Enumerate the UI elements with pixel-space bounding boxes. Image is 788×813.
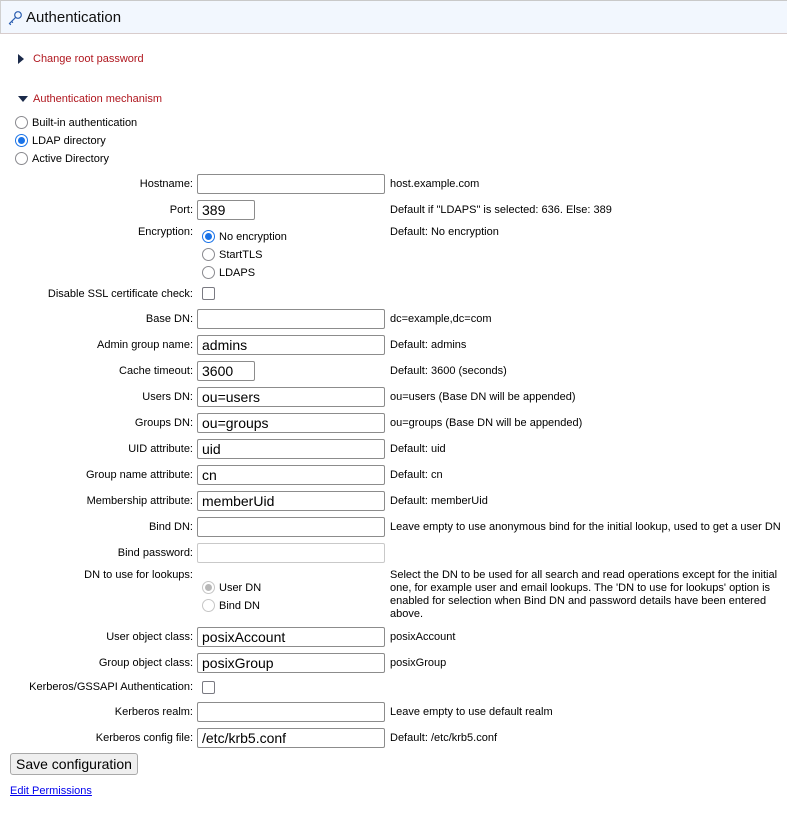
encryption-hint: Default: No encryption bbox=[390, 226, 499, 238]
bind-password-input[interactable] bbox=[197, 543, 385, 563]
base-dn-input[interactable] bbox=[197, 309, 385, 329]
disable-ssl-check-checkbox[interactable] bbox=[202, 287, 215, 300]
kerberos-config-label: Kerberos config file: bbox=[95, 732, 193, 744]
radio-user-dn[interactable] bbox=[202, 581, 215, 594]
section-label: Change root password bbox=[33, 53, 144, 65]
group-object-class-hint: posixGroup bbox=[390, 657, 447, 669]
radio-label-user-dn: User DN bbox=[219, 582, 262, 594]
user-object-class-hint: posixAccount bbox=[390, 631, 456, 643]
page-title: Authentication bbox=[26, 9, 122, 26]
user-object-class-label: User object class: bbox=[106, 631, 193, 643]
kerberos-config-input[interactable] bbox=[197, 728, 385, 748]
hostname-hint: host.example.com bbox=[390, 178, 480, 190]
base-dn-label: Base DN: bbox=[145, 313, 193, 325]
port-label: Port: bbox=[169, 204, 193, 216]
kerberos-auth-checkbox[interactable] bbox=[202, 681, 215, 694]
save-configuration-button[interactable]: Save configuration bbox=[10, 753, 138, 775]
admin-group-hint: Default: admins bbox=[390, 339, 467, 351]
edit-permissions-link[interactable]: Edit Permissions bbox=[10, 785, 92, 797]
bind-dn-input[interactable] bbox=[197, 517, 385, 537]
radio-ldap-directory[interactable] bbox=[15, 134, 28, 147]
lookup-dn-hint: Select the DN to be used for all search … bbox=[390, 569, 778, 620]
kerberos-auth-label: Kerberos/GSSAPI Authentication: bbox=[29, 681, 193, 693]
radio-no-encryption[interactable] bbox=[202, 230, 215, 243]
radio-label-builtin-auth: Built-in authentication bbox=[32, 117, 138, 129]
groups-dn-input[interactable] bbox=[197, 413, 385, 433]
hostname-label: Hostname: bbox=[139, 178, 193, 190]
radio-builtin-auth[interactable] bbox=[15, 116, 28, 129]
radio-label-no-encryption: No encryption bbox=[219, 231, 287, 243]
lookup-dn-label: DN to use for lookups: bbox=[84, 569, 193, 581]
admin-group-input[interactable] bbox=[197, 335, 385, 355]
bind-dn-label: Bind DN: bbox=[148, 521, 193, 533]
port-input[interactable] bbox=[197, 200, 255, 220]
users-dn-hint: ou=users (Base DN will be appended) bbox=[390, 391, 576, 403]
cache-timeout-hint: Default: 3600 (seconds) bbox=[390, 365, 507, 377]
radio-active-directory[interactable] bbox=[15, 152, 28, 165]
port-hint: Default if "LDAPS" is selected: 636. Els… bbox=[390, 204, 612, 216]
group-object-class-label: Group object class: bbox=[98, 657, 193, 669]
users-dn-label: Users DN: bbox=[142, 391, 193, 403]
membership-attribute-input[interactable] bbox=[197, 491, 385, 511]
triangle-down-icon bbox=[18, 96, 28, 102]
kerberos-realm-label: Kerberos realm: bbox=[114, 706, 193, 718]
cache-timeout-label: Cache timeout: bbox=[119, 365, 193, 377]
triangle-right-icon bbox=[18, 54, 24, 64]
radio-label-ldap-directory: LDAP directory bbox=[32, 135, 106, 147]
group-name-attribute-input[interactable] bbox=[197, 465, 385, 485]
radio-ldaps[interactable] bbox=[202, 266, 215, 279]
radio-starttls[interactable] bbox=[202, 248, 215, 261]
kerberos-config-hint: Default: /etc/krb5.conf bbox=[390, 732, 497, 744]
user-object-class-input[interactable] bbox=[197, 627, 385, 647]
bind-password-label: Bind password: bbox=[117, 547, 193, 559]
radio-label-bind-dn: Bind DN bbox=[219, 600, 260, 612]
base-dn-hint: dc=example,dc=com bbox=[390, 313, 492, 325]
membership-attribute-label: Membership attribute: bbox=[86, 495, 193, 507]
group-name-attribute-label: Group name attribute: bbox=[85, 469, 193, 481]
cache-timeout-input[interactable] bbox=[197, 361, 255, 381]
groups-dn-hint: ou=groups (Base DN will be appended) bbox=[390, 417, 583, 429]
kerberos-realm-input[interactable] bbox=[197, 702, 385, 722]
radio-label-ldaps: LDAPS bbox=[219, 267, 256, 279]
groups-dn-label: Groups DN: bbox=[134, 417, 193, 429]
radio-label-starttls: StartTLS bbox=[219, 249, 263, 261]
uid-attribute-input[interactable] bbox=[197, 439, 385, 459]
kerberos-realm-hint: Leave empty to use default realm bbox=[390, 706, 553, 718]
group-name-attribute-hint: Default: cn bbox=[390, 469, 443, 481]
membership-attribute-hint: Default: memberUid bbox=[390, 495, 488, 507]
key-icon bbox=[8, 11, 22, 26]
radio-bind-dn[interactable] bbox=[202, 599, 215, 612]
hostname-input[interactable] bbox=[197, 174, 385, 194]
page-header: Authentication bbox=[0, 0, 787, 34]
group-object-class-input[interactable] bbox=[197, 653, 385, 673]
section-label: Authentication mechanism bbox=[33, 93, 163, 105]
admin-group-label: Admin group name: bbox=[97, 339, 193, 351]
radio-label-active-directory: Active Directory bbox=[32, 153, 110, 165]
bind-dn-hint: Leave empty to use anonymous bind for th… bbox=[390, 521, 781, 533]
users-dn-input[interactable] bbox=[197, 387, 385, 407]
disable-ssl-check-label: Disable SSL certificate check: bbox=[47, 288, 193, 300]
uid-attribute-hint: Default: uid bbox=[390, 443, 446, 455]
encryption-label: Encryption: bbox=[137, 226, 193, 238]
uid-attribute-label: UID attribute: bbox=[128, 443, 193, 455]
